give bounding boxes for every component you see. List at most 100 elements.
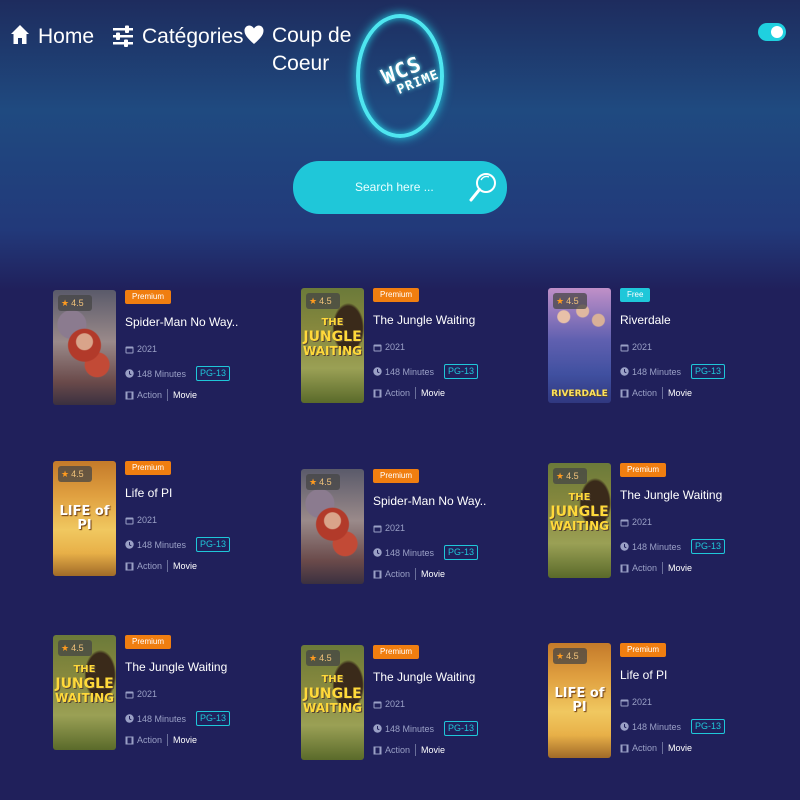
poster-rating: ★ 4.5 (553, 293, 587, 309)
age-rating-badge: PG-13 (196, 711, 231, 726)
clock-icon (125, 540, 134, 549)
star-icon: ★ (556, 296, 565, 306)
movie-title[interactable]: Spider-Man No Way.. (125, 315, 238, 329)
search-bar (293, 161, 507, 214)
movie-poster-jungle[interactable]: THE JUNGLE WAITING ★ 4.5 (301, 288, 364, 403)
theme-toggle[interactable] (758, 23, 786, 41)
access-badge: Premium (125, 290, 172, 304)
movie-year: 2021 (632, 697, 653, 707)
nav-home[interactable]: Home (10, 23, 94, 51)
movie-duration-row: 148 Minutes PG-13 (125, 366, 231, 381)
poster-title-text: LIFE of PI (548, 687, 611, 715)
toggle-knob (771, 26, 783, 38)
access-badge: Premium (620, 463, 667, 477)
movie-poster-jungle[interactable]: THE JUNGLE WAITING ★ 4.5 (548, 463, 611, 578)
movie-poster-spiderman[interactable]: ★ 4.5 (301, 469, 364, 584)
movie-genre-row: Action Movie (373, 568, 445, 580)
poster-title-text: RIVERDALE (548, 387, 611, 401)
movie-card[interactable]: RIVERDALE ★ 4.5 Free Riverdale 2021 148 M… (548, 288, 788, 413)
movie-card[interactable]: LIFE of PI ★ 4.5 Premium Life of PI 2021 … (53, 461, 293, 586)
access-badge: Premium (373, 288, 420, 302)
clock-icon (620, 542, 629, 551)
movie-title[interactable]: Life of PI (125, 486, 172, 500)
movie-genre: Action (137, 390, 163, 400)
age-rating-badge: PG-13 (444, 364, 479, 379)
movie-card[interactable]: THE JUNGLE WAITING ★ 4.5 Premium The Jung… (301, 288, 541, 413)
movie-card[interactable]: THE JUNGLE WAITING ★ 4.5 Premium The Jung… (53, 635, 293, 760)
movie-card[interactable]: THE JUNGLE WAITING ★ 4.5 Premium The Jung… (548, 463, 788, 588)
film-icon (373, 570, 382, 578)
movie-title[interactable]: Spider-Man No Way.. (373, 494, 486, 508)
movie-poster-jungle[interactable]: THE JUNGLE WAITING ★ 4.5 (301, 645, 364, 760)
nav-home-label: Home (38, 25, 95, 48)
rating-value: 4.5 (71, 298, 84, 308)
nav-categories[interactable]: Catégories (112, 23, 244, 51)
movie-type: Movie (668, 563, 693, 573)
divider (662, 562, 664, 574)
movie-genre: Action (385, 388, 411, 398)
movie-year-row: 2021 (620, 697, 652, 707)
movie-title[interactable]: Life of PI (620, 668, 667, 682)
film-icon (620, 389, 629, 397)
movie-poster-riverdale[interactable]: RIVERDALE ★ 4.5 (548, 288, 611, 403)
poster-title-line: LIFE of PI (59, 504, 110, 533)
movie-year: 2021 (137, 689, 158, 699)
movie-duration: 148 Minutes (632, 541, 682, 552)
calendar-icon (125, 517, 134, 524)
divider (167, 734, 169, 746)
movie-duration-row: 148 Minutes PG-13 (620, 364, 726, 379)
movie-duration: 148 Minutes (385, 723, 435, 734)
movie-poster-jungle[interactable]: THE JUNGLE WAITING ★ 4.5 (53, 635, 116, 750)
film-icon (373, 389, 382, 397)
movie-duration: 148 Minutes (632, 721, 682, 732)
movie-duration: 148 Minutes (137, 713, 187, 724)
movie-title[interactable]: The Jungle Waiting (125, 660, 227, 674)
movie-type: Movie (668, 743, 693, 753)
movie-year: 2021 (632, 517, 653, 527)
movie-card[interactable]: ★ 4.5 Premium Spider-Man No Way.. 2021 14… (53, 290, 293, 415)
poster-title-text: THE JUNGLE WAITING (301, 673, 364, 715)
wcs-prime-logo[interactable]: WCS PRIME (356, 14, 444, 138)
divider (415, 568, 417, 580)
clock-icon (620, 722, 629, 731)
movie-type: Movie (173, 735, 198, 745)
movie-genre: Action (632, 388, 658, 398)
movie-genre: Action (137, 735, 163, 745)
movie-duration: 148 Minutes (137, 539, 187, 550)
movie-poster-lifeofpi[interactable]: LIFE of PI ★ 4.5 (53, 461, 116, 576)
access-badge: Premium (125, 461, 172, 475)
movie-card[interactable]: THE JUNGLE WAITING ★ 4.5 Premium The Jung… (301, 645, 541, 770)
search-icon[interactable] (469, 171, 499, 203)
movie-genre-row: Action Movie (620, 742, 692, 754)
film-icon (125, 562, 134, 570)
movie-genre: Action (632, 563, 658, 573)
access-badge: Premium (620, 643, 667, 657)
movie-poster-spiderman[interactable]: ★ 4.5 (53, 290, 116, 405)
star-icon: ★ (309, 653, 318, 663)
movie-poster-lifeofpi[interactable]: LIFE of PI ★ 4.5 (548, 643, 611, 758)
access-badge: Premium (373, 645, 420, 659)
movie-title[interactable]: The Jungle Waiting (620, 488, 722, 502)
rating-value: 4.5 (566, 296, 579, 306)
movie-title[interactable]: The Jungle Waiting (373, 313, 475, 327)
search-input[interactable] (355, 176, 465, 198)
star-icon: ★ (61, 298, 70, 308)
movie-duration-row: 148 Minutes PG-13 (620, 719, 726, 734)
rating-value: 4.5 (71, 643, 84, 653)
movie-card[interactable]: ★ 4.5 Premium Spider-Man No Way.. 2021 14… (301, 469, 541, 594)
movie-card[interactable]: LIFE of PI ★ 4.5 Premium Life of PI 2021 … (548, 643, 788, 768)
star-icon: ★ (556, 651, 565, 661)
movie-title[interactable]: The Jungle Waiting (373, 670, 475, 684)
sliders-icon (113, 25, 133, 47)
calendar-icon (373, 344, 382, 351)
movie-year-row: 2021 (125, 689, 157, 699)
movie-genre-row: Action Movie (620, 387, 692, 399)
rating-value: 4.5 (71, 469, 84, 479)
clock-icon (620, 367, 629, 376)
nav-favorites[interactable]: Coup de Coeur (244, 22, 362, 78)
star-icon: ★ (309, 477, 318, 487)
movie-year-row: 2021 (373, 523, 405, 533)
calendar-icon (125, 691, 134, 698)
poster-rating: ★ 4.5 (553, 648, 587, 664)
movie-title[interactable]: Riverdale (620, 313, 671, 327)
